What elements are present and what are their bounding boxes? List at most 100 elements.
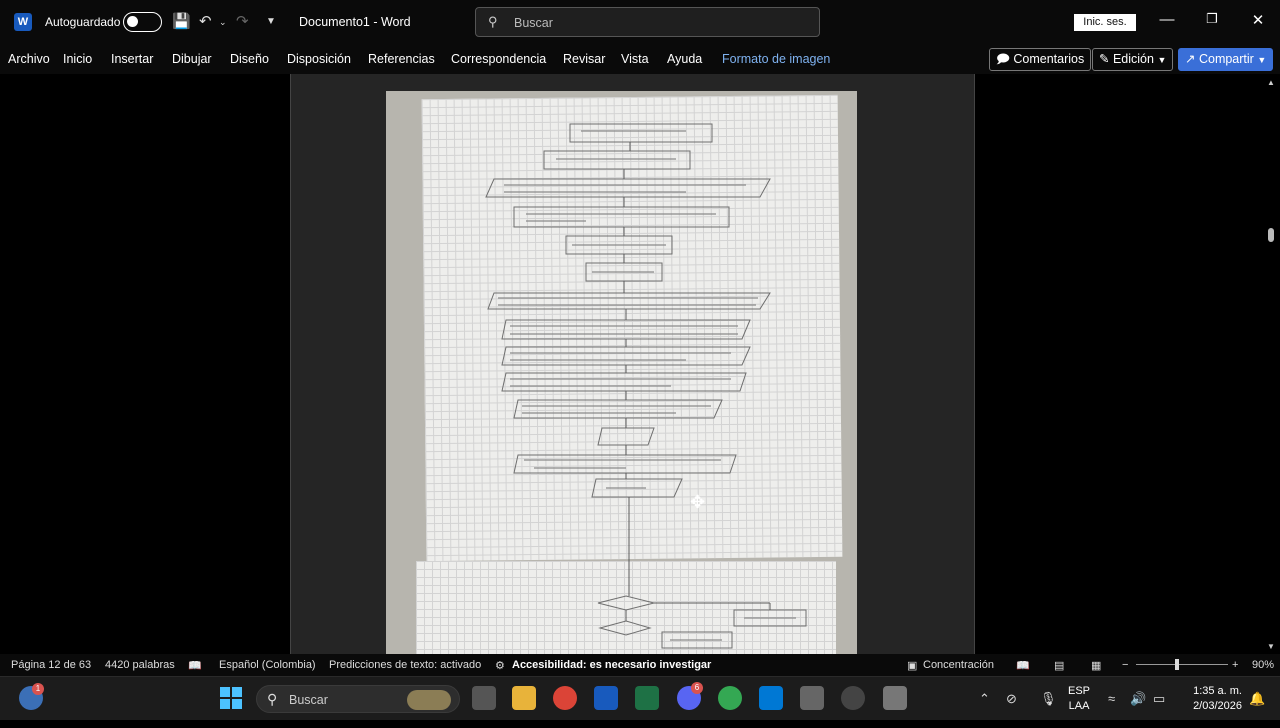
share-label: Compartir (1198, 52, 1254, 66)
scrollbar-thumb[interactable] (1268, 228, 1274, 242)
undo-dropdown-icon[interactable]: ⌄ (219, 17, 227, 28)
accessibility-status[interactable]: Accesibilidad: es necesario investigar (512, 659, 711, 671)
save-icon[interactable]: 💾 (172, 12, 191, 30)
show-hidden-icons-icon[interactable]: ⌃ (979, 691, 990, 707)
autosave-label: Autoguardado (45, 15, 121, 29)
text-predictions-status[interactable]: Predicciones de texto: activado (329, 659, 481, 671)
clock-time: 1:35 a. m. (1193, 685, 1242, 697)
search-input[interactable]: ⚲ Buscar (475, 7, 820, 37)
read-mode-icon[interactable]: 📖 (1016, 659, 1030, 672)
restore-icon[interactable]: ❐ (1202, 11, 1222, 27)
wifi-icon[interactable]: ≈ (1108, 691, 1115, 706)
toggle-knob (127, 16, 138, 27)
weather-widget-icon[interactable]: 1 (19, 683, 44, 710)
taskbar-search-input[interactable]: ⚲ Buscar (256, 685, 460, 713)
start-icon[interactable] (219, 686, 243, 710)
redo-icon[interactable]: ↷ (236, 12, 249, 30)
title-bar: W Autoguardado 💾 ↶ ⌄ ↷ ▼ Documento1 - Wo… (0, 0, 1280, 44)
zoom-slider-thumb[interactable] (1175, 659, 1179, 670)
tab-archivo[interactable]: Archivo (8, 52, 50, 66)
weather-badge: 1 (32, 683, 44, 695)
word-count[interactable]: 4420 palabras (105, 659, 175, 671)
discord-icon[interactable]: 6 (677, 682, 703, 710)
tab-diseno[interactable]: Diseño (230, 52, 269, 66)
search-icon: ⚲ (267, 691, 278, 707)
lang-line2: LAA (1068, 700, 1090, 712)
editing-mode-button[interactable]: ✎ Edición ▼ (1092, 48, 1174, 71)
minimize-icon[interactable]: — (1157, 11, 1177, 28)
comment-icon: 🗩 (996, 52, 1010, 66)
chevron-down-icon: ▼ (1257, 55, 1267, 65)
tab-vista[interactable]: Vista (621, 52, 649, 66)
undo-icon[interactable]: ↶ (199, 12, 212, 30)
clock-date: 2/03/2026 (1193, 700, 1242, 712)
search-placeholder: Buscar (514, 16, 553, 30)
tab-formato-de-imagen[interactable]: Formato de imagen (722, 52, 830, 66)
chrome-profile-icon[interactable] (718, 686, 742, 710)
excel-icon[interactable] (635, 686, 659, 710)
app-icon-2[interactable] (883, 686, 907, 710)
word-icon[interactable] (594, 686, 618, 710)
language-status[interactable]: Español (Colombia) (219, 659, 316, 671)
comments-button[interactable]: 🗩 Comentarios (989, 48, 1092, 71)
print-layout-icon[interactable]: ▤ (1054, 659, 1064, 672)
share-button[interactable]: ↗ Compartir ▼ (1178, 48, 1274, 71)
scroll-down-icon[interactable]: ▼ (1267, 642, 1275, 651)
ribbon-tabs: Archivo Inicio Insertar Dibujar Diseño D… (0, 44, 1280, 74)
tab-correspondencia[interactable]: Correspondencia (451, 52, 546, 66)
document-title: Documento1 - Word (299, 15, 411, 29)
document-page[interactable] (290, 74, 975, 654)
autosave-toggle[interactable] (123, 12, 162, 32)
editing-label: Edición (1112, 52, 1154, 66)
scroll-up-icon[interactable]: ▲ (1267, 78, 1275, 87)
web-layout-icon[interactable]: ▦ (1091, 659, 1101, 672)
proofing-icon[interactable]: 📖 (188, 659, 202, 672)
clock[interactable]: 1:35 a. m. 2/03/2026 (1186, 684, 1242, 714)
file-explorer-icon[interactable] (512, 686, 536, 710)
volume-icon[interactable]: 🔊 (1130, 691, 1146, 707)
zoom-in-icon[interactable]: + (1232, 659, 1238, 671)
flowchart-photo[interactable] (386, 91, 857, 654)
keyboard-language[interactable]: ESP LAA (1068, 684, 1090, 714)
microphone-icon[interactable]: 🎙 (1040, 691, 1057, 707)
task-view-icon[interactable] (472, 686, 496, 710)
app-icon[interactable] (800, 686, 824, 710)
focus-mode-button[interactable]: Concentración (923, 659, 994, 671)
move-cursor-icon: ✥ (690, 492, 706, 512)
tab-inicio[interactable]: Inicio (63, 52, 92, 66)
customize-toolbar-icon[interactable]: ▼ (266, 16, 276, 27)
search-icon: ⚲ (488, 14, 498, 29)
tab-dibujar[interactable]: Dibujar (172, 52, 212, 66)
media-player-icon[interactable] (841, 686, 865, 710)
zoom-out-icon[interactable]: − (1122, 659, 1128, 671)
tab-referencias[interactable]: Referencias (368, 52, 435, 66)
tab-ayuda[interactable]: Ayuda (667, 52, 702, 66)
focus-icon: ▣ (907, 660, 918, 672)
word-logo-icon: W (14, 13, 32, 31)
windows-taskbar: 1 ⚲ Buscar 6 ⌃ ⊘ 🎙 ESP LAA ≈ 🔊 ▭ 1:35 a.… (0, 676, 1280, 720)
sign-in-button[interactable]: Inic. ses. (1074, 14, 1136, 31)
close-icon[interactable]: ✕ (1248, 11, 1268, 29)
chevron-down-icon: ▼ (1157, 55, 1167, 65)
chrome-icon[interactable] (553, 686, 577, 710)
discord-badge: 6 (691, 682, 703, 694)
zoom-level[interactable]: 90% (1252, 659, 1274, 671)
pencil-icon: ✎ (1099, 52, 1110, 66)
page-count[interactable]: Página 12 de 63 (11, 659, 91, 671)
share-icon: ↗ (1185, 52, 1196, 66)
tab-disposicion[interactable]: Disposición (287, 52, 351, 66)
camera-off-icon[interactable]: ⊘ (1006, 691, 1017, 707)
tab-insertar[interactable]: Insertar (111, 52, 153, 66)
lang-line1: ESP (1068, 685, 1091, 697)
battery-icon[interactable]: ▭ (1153, 691, 1165, 707)
zoom-slider[interactable] (1136, 664, 1228, 665)
comments-label: Comentarios (1013, 52, 1085, 66)
status-bar: Página 12 de 63 4420 palabras 📖 Español … (0, 654, 1280, 676)
search-highlight-image (407, 690, 451, 710)
accessibility-icon: ⚙ (495, 660, 505, 672)
tab-revisar[interactable]: Revisar (563, 52, 605, 66)
taskbar-search-placeholder: Buscar (289, 693, 328, 707)
notifications-icon[interactable]: 🔔 (1249, 691, 1265, 707)
document-workspace: ▲ ▼ ✥ (0, 74, 1280, 654)
vscode-icon[interactable] (759, 686, 783, 710)
